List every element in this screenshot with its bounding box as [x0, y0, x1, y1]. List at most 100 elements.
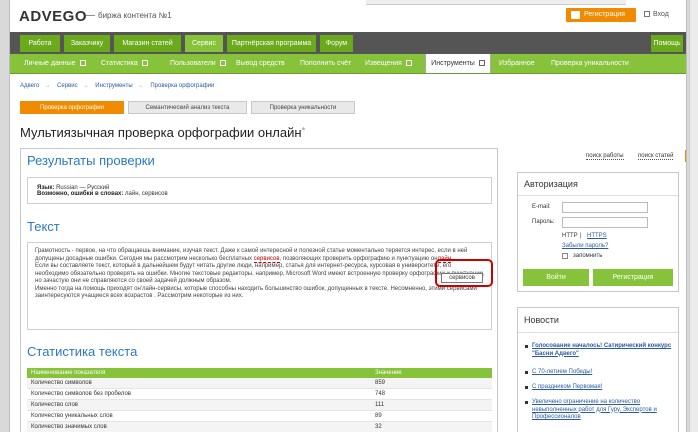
register-side-button[interactable]: Регистрация — [593, 269, 673, 286]
register-label: Регистрация — [584, 11, 625, 18]
stats-col-value: Значение — [375, 370, 402, 376]
logo-dash: — — [85, 10, 95, 21]
tab-work[interactable]: Работа — [20, 35, 60, 52]
divider — [518, 195, 678, 196]
cell-name: Количество значимых слов — [31, 424, 107, 430]
password-field[interactable] — [562, 217, 648, 228]
login-icon — [644, 11, 650, 17]
login-button[interactable]: Войти — [523, 269, 589, 286]
subnav-notices-label: Извещения — [365, 60, 402, 67]
cell-value: 748 — [375, 391, 386, 397]
cell-value: 32 — [375, 424, 382, 430]
auth-panel: Авторизация E-mail: Пароль: HTTP | HTTPS… — [517, 172, 679, 292]
subnav-users[interactable]: Пользователи — [170, 54, 226, 73]
http-option[interactable]: HTTP — [562, 233, 578, 239]
text-p3: Именно тогда на помощь приходят он'лайн-… — [35, 285, 477, 300]
cell-name: Количество символов без пробелов — [31, 391, 131, 397]
page-title-text: Мультиязычная проверка орфографии онлайн — [20, 125, 302, 140]
error-word-services[interactable]: сервисов — [253, 255, 280, 263]
star-icon: * — [301, 126, 306, 137]
dropdown-icon — [219, 60, 226, 66]
news-panel: Новости Голосование началось! Сатирическ… — [517, 307, 679, 432]
table-row: Количество символов 859 — [27, 378, 492, 389]
scrollbar[interactable] — [689, 0, 698, 432]
tab-forum[interactable]: Форум — [320, 35, 353, 52]
news-title: Новости — [524, 315, 559, 325]
breadcrumb-service[interactable]: Сервис — [57, 83, 78, 89]
text-title: Текст — [27, 219, 60, 234]
errors-label: Возможно, ошибки в словах: — [37, 191, 124, 197]
cell-value: 89 — [375, 413, 382, 419]
subnav-uniqueness[interactable]: Проверка уникальности — [551, 54, 629, 73]
stats-table: Наименование показателя Значение Количес… — [27, 368, 492, 432]
subnav-favorites[interactable]: Избранное — [499, 54, 534, 73]
results-title: Результаты проверки — [27, 153, 155, 168]
cell-name: Количество слов — [31, 402, 78, 408]
register-button[interactable]: Регистрация — [566, 8, 636, 22]
tab-customer[interactable]: Заказчику — [64, 35, 110, 52]
expand-arrow-icon[interactable] — [685, 150, 686, 162]
breadcrumb-advego[interactable]: Адвего — [20, 83, 39, 89]
stats-header: Наименование показателя Значение — [27, 368, 492, 378]
search-work-link[interactable]: поиск работы — [586, 153, 624, 160]
news-item[interactable]: С праздником Первомая! — [524, 384, 674, 392]
cell-value: 111 — [375, 402, 385, 408]
subtab-spellcheck[interactable]: Проверка орфографии — [20, 101, 124, 114]
stats-title: Статистика текста — [27, 344, 138, 359]
remember-label: запомнить — [573, 253, 603, 259]
stats-body: Количество символов 859 Количество символ… — [27, 378, 492, 432]
tab-service[interactable]: Сервис — [185, 35, 223, 52]
login-link[interactable]: Вход — [644, 11, 669, 18]
cell-name: Количество символов — [31, 380, 92, 386]
subnav-personal[interactable]: Личные данные — [24, 54, 86, 73]
forgot-password-link[interactable]: Забыли пароль? — [562, 243, 608, 249]
text-box: Грамотность - первое, на что обращаешь в… — [27, 242, 492, 330]
checked-text: Грамотность - первое, на что обращаешь в… — [35, 248, 485, 301]
tab-help[interactable]: Помощь — [651, 35, 683, 52]
stats-col-name: Наименование показателя — [31, 370, 106, 376]
tab-partner[interactable]: Партнёрская программа — [227, 35, 316, 52]
dropdown-icon — [405, 60, 412, 66]
breadcrumb-tools[interactable]: Инструменты — [95, 83, 132, 89]
subnav-users-label: Пользователи — [170, 60, 216, 67]
main-nav: Работа Заказчику Магазин статей Сервис П… — [10, 32, 686, 54]
table-row: Количество значимых слов 32 — [27, 422, 492, 432]
news-item[interactable]: С 70-летием Победы! — [524, 369, 674, 377]
email-label: E-mail: — [532, 204, 551, 210]
breadcrumb-spellcheck[interactable]: Проверка орфографии — [150, 83, 214, 89]
results-box: Язык: Russian — Русский Возможно, ошибки… — [27, 177, 492, 204]
suggestion-tooltip[interactable]: сервисов — [441, 273, 483, 283]
search-articles-link[interactable]: поиск статей — [638, 153, 674, 160]
dropdown-icon — [141, 60, 148, 66]
email-field[interactable] — [562, 202, 648, 213]
text-p2: Если вы составляете текст, который в дал… — [35, 263, 485, 284]
divider — [518, 332, 678, 333]
subnav-tools[interactable]: Инструменты — [425, 54, 491, 73]
table-row: Количество уникальных слов 89 — [27, 411, 492, 422]
top-bar: ADVEGO — биржа контента №1 Регистрация В… — [10, 0, 686, 32]
subtab-uniqueness[interactable]: Проверка уникальности — [251, 101, 355, 114]
user-strip — [366, 0, 626, 5]
errors-line: Возможно, ошибки в словах: лайн, сервисо… — [37, 191, 491, 197]
https-link[interactable]: HTTPS — [587, 233, 607, 239]
subtab-semantic[interactable]: Семантический анализ текста — [128, 101, 247, 114]
news-item[interactable]: Увеличено ограничение на количество невы… — [524, 399, 674, 422]
auth-title: Авторизация — [524, 179, 578, 189]
breadcrumb: Адвего → Сервис → Инструменты → Проверка ор… — [20, 83, 215, 89]
remember-checkbox[interactable] — [562, 253, 568, 259]
page-title: Мультиязычная проверка орфографии онлайн… — [20, 125, 305, 140]
subnav-stats[interactable]: Статистика — [101, 54, 148, 73]
subnav-withdraw[interactable]: Вывод средств — [236, 54, 285, 73]
main-content: Результаты проверки Язык: Russian — Русс… — [20, 148, 498, 432]
sub-nav: Личные данные Статистика Пользователи Вы… — [10, 54, 686, 74]
table-row: Количество слов 111 — [27, 400, 492, 411]
tagline: биржа контента №1 — [98, 11, 172, 20]
news-item[interactable]: Голосование началось! Сатирический конку… — [524, 343, 674, 358]
advego-logo[interactable]: ADVEGO — [19, 8, 87, 25]
cell-name: Количество уникальных слов — [31, 413, 113, 419]
subnav-topup[interactable]: Пополнить счёт — [300, 54, 351, 73]
user-add-icon — [571, 11, 580, 19]
password-label: Пароль: — [532, 219, 555, 225]
tab-article-shop[interactable]: Магазин статей — [114, 35, 181, 52]
subnav-notices[interactable]: Извещения — [365, 54, 412, 73]
